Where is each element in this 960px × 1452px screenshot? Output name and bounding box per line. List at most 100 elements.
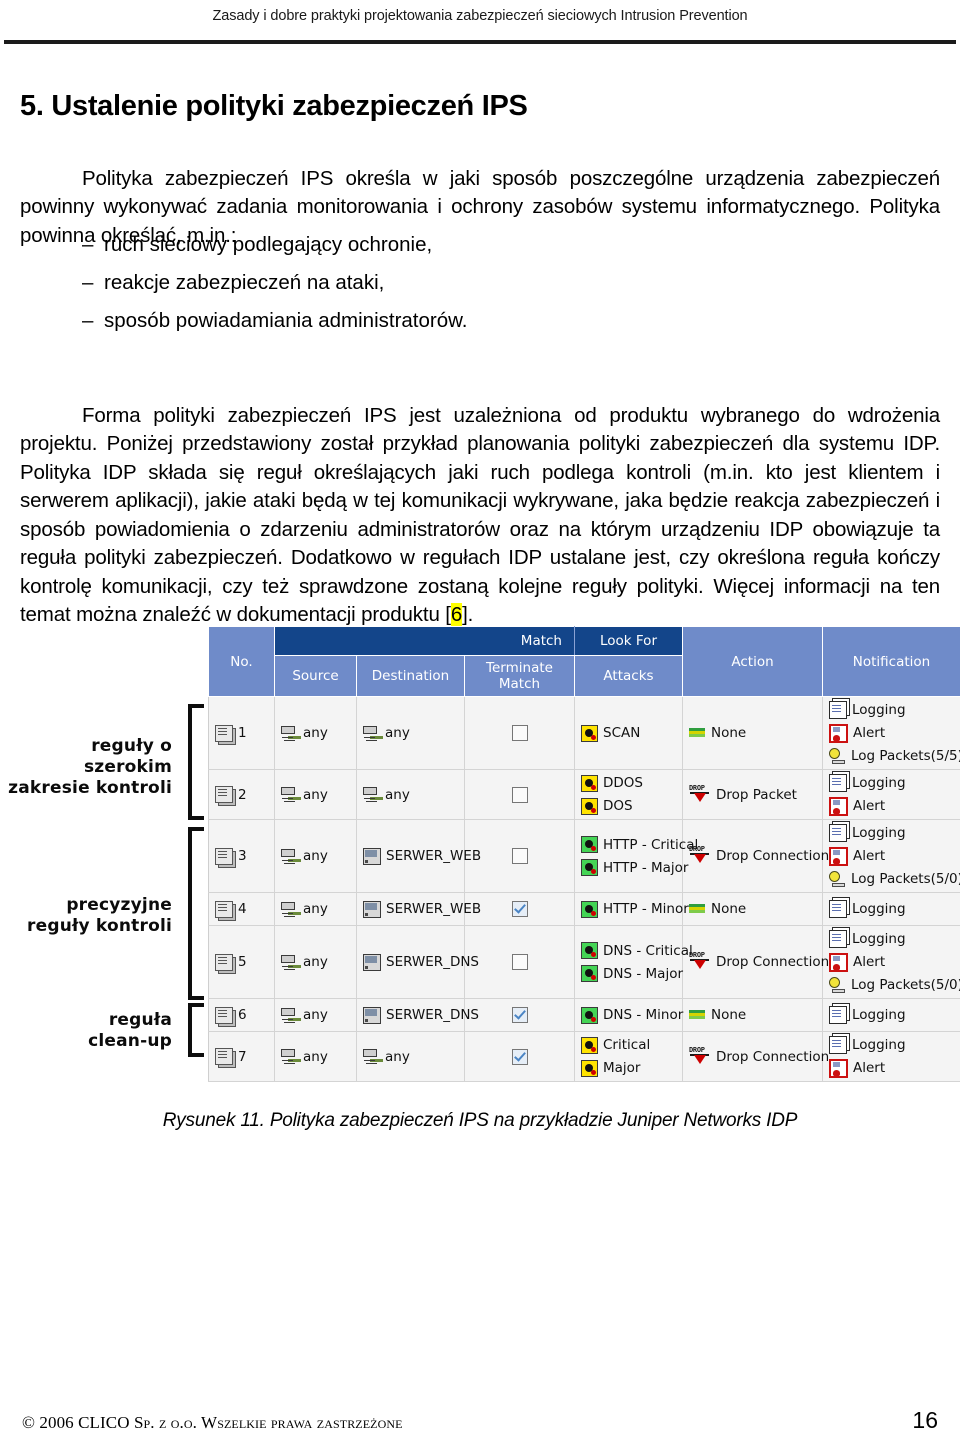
column-header-no[interactable]: No. — [208, 626, 275, 697]
attack-value: HTTP - Minor — [581, 899, 689, 919]
cell-destination[interactable]: SERWER_DNS — [356, 925, 479, 999]
table-row[interactable]: 6 any SERWER_DNS DNS - Minor None Logging — [208, 998, 960, 1032]
cell-source[interactable]: any — [274, 998, 357, 1032]
cell-attacks[interactable]: DDOS DOS — [574, 769, 683, 820]
cell-action[interactable]: DROP Drop Connection — [682, 819, 829, 893]
cell-action[interactable]: DROP Drop Packet — [682, 769, 823, 820]
column-header-notification[interactable]: Notification — [822, 626, 960, 697]
notification-value: Alert — [829, 723, 954, 743]
table-row[interactable]: 7 any any Critical Major DROP Drop Connection L… — [208, 1031, 960, 1082]
notification-value-label: Alert — [853, 725, 886, 741]
column-header-attacks[interactable]: Attacks — [574, 655, 683, 697]
cell-destination[interactable]: any — [356, 769, 465, 820]
figure-idp-policy: reguły o szerokim zakresie kontroli prec… — [0, 600, 960, 1100]
cell-notification[interactable]: Logging — [822, 892, 960, 926]
cell-attacks[interactable]: DNS - Minor — [574, 998, 683, 1032]
cell-terminate-match[interactable] — [464, 769, 575, 820]
cell-terminate-match[interactable] — [464, 1031, 575, 1082]
cell-source[interactable]: any — [274, 696, 357, 770]
table-row[interactable]: 3 any SERWER_WEB HTTP - Critical HTTP - Majo… — [208, 819, 960, 893]
terminate-match-checkbox[interactable] — [511, 725, 528, 741]
cell-terminate-match[interactable] — [464, 696, 575, 770]
attack-value: Major — [581, 1058, 676, 1078]
annotation-line: precyzyjne — [66, 895, 172, 915]
attack-value: HTTP - Critical — [581, 835, 698, 855]
cell-notification[interactable]: Logging — [822, 998, 960, 1032]
cell-destination[interactable]: SERWER_WEB — [356, 819, 481, 893]
cell-rule-number: 7 — [208, 1031, 275, 1082]
copyright-notice: © 2006 CLICO Sp. z o.o. Wszelkie prawa z… — [22, 1413, 403, 1432]
table-row[interactable]: 2 any any DDOS DOS DROP Drop Packet Logging Aler… — [208, 769, 960, 820]
terminate-match-checkbox[interactable] — [511, 1048, 528, 1065]
terminate-match-checkbox[interactable] — [511, 954, 528, 970]
terminate-match-checkbox[interactable] — [511, 848, 528, 864]
cell-attacks[interactable]: Critical Major — [574, 1031, 683, 1082]
source-value: any — [281, 901, 350, 917]
drop-icon: DROP — [689, 951, 711, 972]
terminate-match-checkbox[interactable] — [511, 901, 528, 917]
cell-action[interactable]: None — [682, 998, 823, 1032]
list-item: – ruch sieciowy podlegający ochronie, — [20, 233, 940, 271]
cell-action[interactable]: None — [682, 892, 823, 926]
column-header-terminate-match[interactable]: Terminate Match — [464, 655, 575, 697]
cell-notification[interactable]: Logging Alert — [822, 769, 960, 820]
cell-action[interactable]: DROP Drop Connection — [682, 1031, 829, 1082]
annotation-cleanup-rule: reguła clean-up — [2, 1010, 172, 1052]
source-value-label: any — [303, 1048, 328, 1065]
attack-yellow-icon — [581, 797, 598, 815]
cell-destination[interactable]: SERWER_DNS — [356, 998, 479, 1032]
logging-icon — [829, 900, 847, 918]
cell-notification[interactable]: Logging Alert Log Packets(5/5) — [822, 696, 960, 770]
cell-source[interactable]: any — [274, 925, 357, 999]
cell-destination[interactable]: SERWER_WEB — [356, 892, 481, 926]
cell-action[interactable]: None — [682, 696, 823, 770]
terminate-match-checkbox[interactable] — [511, 1007, 528, 1023]
table-row[interactable]: 4 any SERWER_WEB HTTP - Minor None Logging — [208, 892, 960, 926]
cell-destination[interactable]: any — [356, 696, 465, 770]
page-footer: © 2006 CLICO Sp. z o.o. Wszelkie prawa z… — [22, 1407, 938, 1434]
notification-value: Logging — [829, 899, 954, 919]
table-row[interactable]: 5 any SERWER_DNS DNS - Critical DNS - Major D… — [208, 925, 960, 999]
alert-icon — [829, 952, 848, 972]
cell-attacks[interactable]: DNS - Critical DNS - Major — [574, 925, 693, 999]
cell-action[interactable]: DROP Drop Connection — [682, 925, 829, 999]
cell-terminate-match[interactable] — [464, 925, 575, 999]
notification-value: Alert — [829, 846, 954, 866]
cell-attacks[interactable]: HTTP - Minor — [574, 892, 689, 926]
alert-icon — [829, 723, 848, 743]
table-row[interactable]: 1 any any SCAN None Logging Alert Log Packets(5… — [208, 696, 960, 770]
cell-terminate-match[interactable] — [464, 998, 575, 1032]
cell-source[interactable]: any — [274, 892, 357, 926]
column-header-action[interactable]: Action — [682, 626, 823, 697]
attack-value: SCAN — [581, 723, 676, 743]
cell-notification[interactable]: Logging Alert Log Packets(5/0) — [822, 819, 960, 893]
cell-notification[interactable]: Logging Alert Log Packets(5/0) — [822, 925, 960, 999]
cell-attacks[interactable]: SCAN — [574, 696, 683, 770]
cell-source[interactable]: any — [274, 769, 357, 820]
cell-source[interactable]: any — [274, 819, 357, 893]
attack-value-label: DNS - Major — [603, 965, 683, 982]
attack-value: Critical — [581, 1035, 676, 1055]
paragraph-forma-text: Forma polityki zabezpieczeń IPS jest uza… — [20, 403, 940, 627]
notification-value: Logging — [829, 1005, 954, 1025]
network-icon — [281, 901, 298, 917]
action-value-label: Drop Connection — [716, 848, 830, 864]
destination-value-label: SERWER_DNS — [386, 954, 480, 970]
cell-attacks[interactable]: HTTP - Critical HTTP - Major — [574, 819, 698, 893]
cell-rule-number: 3 — [208, 819, 275, 893]
rule-icon — [215, 724, 233, 742]
column-header-destination[interactable]: Destination — [356, 655, 465, 697]
annotation-line: reguła — [108, 1010, 172, 1030]
cell-notification[interactable]: Logging Alert — [822, 1031, 960, 1082]
terminate-match-checkbox[interactable] — [511, 786, 528, 803]
cell-source[interactable]: any — [274, 1031, 357, 1082]
column-header-source[interactable]: Source — [274, 655, 357, 697]
destination-value-label: SERWER_DNS — [386, 1007, 480, 1023]
running-head: Zasady i dobre praktyki projektowania za… — [212, 8, 748, 24]
server-icon — [363, 847, 381, 865]
cell-destination[interactable]: any — [356, 1031, 465, 1082]
figure-caption: Rysunek 11. Polityka zabezpieczeń IPS na… — [162, 1110, 798, 1131]
destination-value-label: any — [385, 725, 410, 741]
attack-value: DNS - Minor — [581, 1005, 683, 1025]
rule-number-label: 4 — [238, 901, 247, 917]
